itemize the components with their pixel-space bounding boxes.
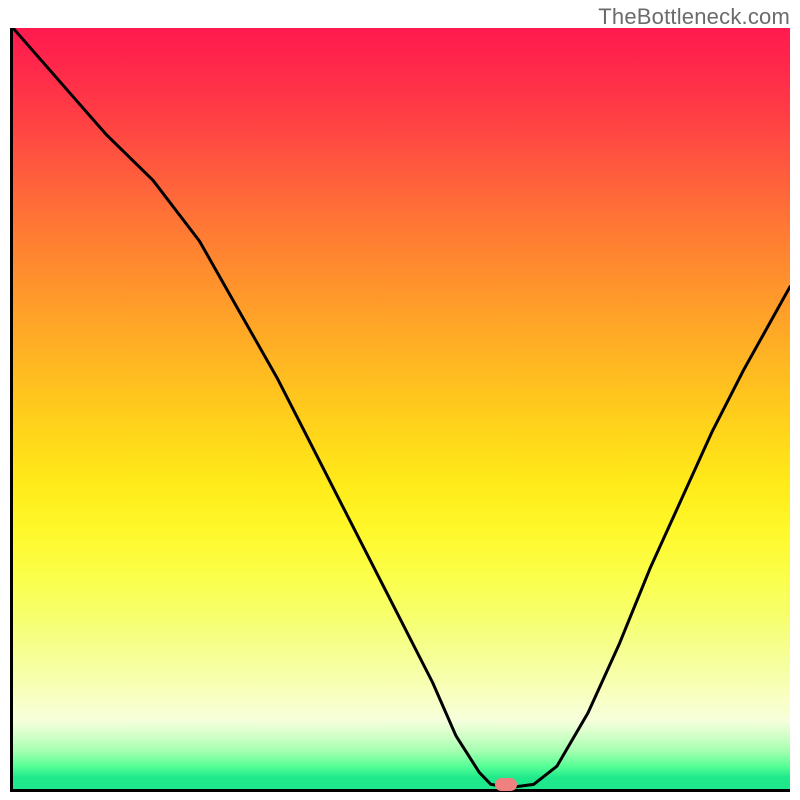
chart-container: TheBottleneck.com bbox=[0, 0, 800, 800]
bottleneck-curve bbox=[13, 28, 790, 789]
plot-area bbox=[10, 28, 790, 792]
optimal-marker bbox=[495, 778, 517, 791]
watermark-text: TheBottleneck.com bbox=[598, 4, 790, 30]
